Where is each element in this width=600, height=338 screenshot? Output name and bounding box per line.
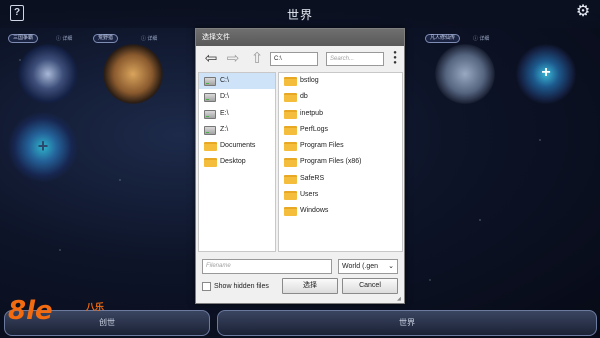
up-arrow-icon[interactable]: ⇧ — [248, 50, 266, 68]
gear-icon[interactable]: ⚙ — [575, 4, 591, 20]
chevron-down-icon: ⌄ — [388, 263, 394, 270]
path-input[interactable]: C:\ — [270, 52, 318, 66]
drive-item-d[interactable]: D:\ — [199, 89, 275, 105]
folder-icon — [284, 93, 297, 103]
world-card[interactable]: 荒野猎 ⓘ 详细 — [93, 34, 173, 104]
folder-label: PerfLogs — [300, 125, 329, 133]
dialog-title: 选择文件 — [196, 29, 404, 46]
shortcut-item-documents[interactable]: Documents — [199, 138, 275, 154]
folder-icon — [204, 142, 217, 152]
cancel-button[interactable]: Cancel — [342, 278, 398, 294]
folder-item[interactable]: Windows — [279, 203, 402, 219]
folder-icon — [284, 142, 297, 152]
drive-item-z[interactable]: Z:\ — [199, 122, 275, 138]
add-world-card[interactable]: + — [8, 112, 88, 182]
world-thumbnail[interactable] — [435, 44, 495, 104]
drive-label: Z:\ — [220, 125, 229, 133]
drive-icon — [204, 93, 216, 103]
select-button[interactable]: 选择 — [282, 278, 338, 294]
folder-item[interactable]: PerfLogs — [279, 122, 402, 138]
world-card[interactable]: 三国争霸 ⓘ 详细 — [8, 34, 88, 104]
folder-item[interactable]: Users — [279, 187, 402, 203]
world-tag: 凡人修仙传 — [425, 34, 461, 43]
drive-label: D:\ — [220, 93, 229, 101]
filename-input[interactable]: Filename — [202, 259, 332, 274]
add-world-button[interactable]: + — [8, 112, 78, 182]
watermark-logo-subtext: 八乐 — [86, 302, 105, 312]
page-title: 世界 — [286, 8, 313, 22]
folder-label: Windows — [300, 207, 329, 215]
folder-label: SafeRS — [300, 174, 325, 182]
world-card[interactable]: 凡人修仙传 ⓘ 详细 — [425, 34, 505, 104]
folder-label: inetpub — [300, 109, 323, 117]
watermark-logo: 8le 八乐 — [8, 296, 128, 330]
file-select-dialog: 选择文件 ⇦ ⇨ ⇧ C:\ Search... ● ● ● C:\ D:\ E:\… — [195, 28, 405, 304]
folder-item[interactable]: Program Files (x86) — [279, 154, 402, 170]
show-hidden-checkbox[interactable] — [202, 282, 211, 291]
watermark-logo-text: 8le — [8, 296, 53, 326]
back-arrow-icon[interactable]: ⇦ — [202, 50, 220, 68]
folder-label: Users — [300, 191, 319, 199]
world-tag: 三国争霸 — [8, 34, 39, 43]
shortcut-label: Documents — [220, 142, 256, 150]
add-world-card[interactable]: + — [510, 34, 590, 104]
drive-icon — [204, 77, 216, 86]
drive-label: C:\ — [220, 77, 229, 84]
folder-list: bstlog db inetpub PerfLogs Program Files… — [278, 72, 403, 252]
folder-icon — [284, 207, 297, 217]
world-tab-button[interactable]: 世界 — [217, 310, 597, 336]
folder-icon — [284, 109, 297, 119]
locations-list: C:\ D:\ E:\ Z:\ Documents Desktop — [198, 72, 276, 252]
file-type-value: World (.gen — [342, 263, 379, 270]
detail-link[interactable]: ⓘ 详细 — [473, 35, 489, 42]
folder-item[interactable]: Program Files — [279, 138, 402, 154]
show-hidden-label[interactable]: Show hidden files — [214, 281, 269, 292]
folder-label: bstlog — [300, 77, 319, 84]
folder-icon — [284, 191, 297, 201]
folder-item[interactable]: SafeRS — [279, 171, 402, 187]
plus-icon: + — [541, 64, 551, 81]
plus-icon: + — [37, 136, 49, 156]
folder-label: Program Files (x86) — [300, 158, 362, 166]
folder-icon — [284, 77, 297, 86]
folder-item[interactable]: bstlog — [279, 73, 402, 89]
shortcut-item-desktop[interactable]: Desktop — [199, 154, 275, 170]
shortcut-label: Desktop — [220, 158, 246, 166]
folder-icon — [284, 174, 297, 184]
folder-item[interactable]: db — [279, 89, 402, 105]
drive-item-e[interactable]: E:\ — [199, 106, 275, 122]
resize-grip-icon[interactable]: ◢ — [397, 296, 403, 302]
drive-label: E:\ — [220, 109, 229, 117]
folder-icon — [204, 158, 217, 168]
world-tag: 荒野猎 — [93, 34, 119, 43]
file-type-select[interactable]: World (.gen ⌄ — [338, 259, 398, 274]
add-world-button[interactable]: + — [516, 44, 576, 104]
world-thumbnail[interactable] — [18, 44, 78, 104]
folder-item[interactable]: inetpub — [279, 106, 402, 122]
top-bar: ? 世界 ⚙ — [0, 0, 600, 28]
world-thumbnail[interactable] — [103, 44, 163, 104]
folder-label: Program Files — [300, 142, 344, 150]
drive-icon — [204, 109, 216, 119]
drive-item-c[interactable]: C:\ — [199, 73, 275, 90]
forward-arrow-icon[interactable]: ⇨ — [224, 50, 242, 68]
search-input[interactable]: Search... — [326, 52, 384, 66]
dialog-toolbar: ⇦ ⇨ ⇧ C:\ Search... ● ● ● — [196, 46, 404, 72]
drive-icon — [204, 125, 216, 135]
detail-link[interactable]: ⓘ 详细 — [141, 35, 157, 42]
folder-icon — [284, 125, 297, 135]
vertical-dots-icon[interactable]: ● ● ● — [390, 50, 400, 67]
folder-icon — [284, 158, 297, 168]
detail-link[interactable]: ⓘ 详细 — [56, 35, 72, 42]
folder-label: db — [300, 93, 308, 101]
